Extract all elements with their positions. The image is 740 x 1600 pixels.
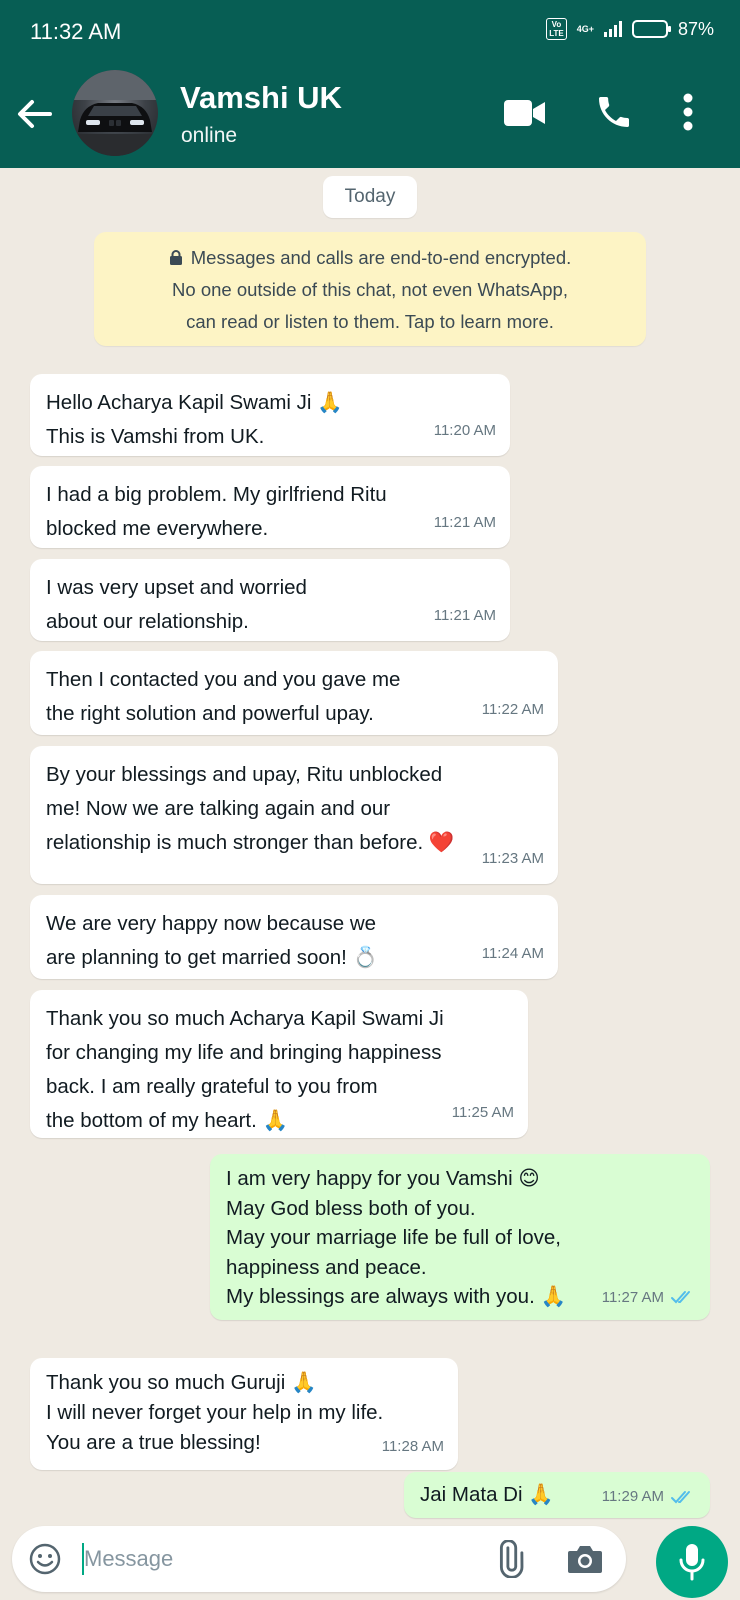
status-time: 11:32 AM — [30, 19, 122, 44]
message-bubble-incoming[interactable]: We are very happy now because we are pla… — [30, 895, 558, 979]
message-bubble-outgoing[interactable]: I am very happy for you Vamshi 😊 May God… — [210, 1154, 710, 1320]
message-time: 11:23 AM — [481, 850, 544, 867]
network-type-label: 4G+ — [576, 23, 594, 34]
message-text: Then I contacted you and you gave me the… — [46, 668, 401, 725]
video-call-icon[interactable] — [502, 96, 548, 130]
more-vert-icon[interactable] — [682, 92, 694, 132]
message-time: 11:28 AM — [381, 1438, 444, 1455]
message-time: 11:27 AM — [601, 1288, 664, 1306]
message-bubble-incoming[interactable]: I was very upset and worried about our r… — [30, 559, 510, 641]
emoji-icon[interactable] — [28, 1542, 62, 1576]
message-bubble-incoming[interactable]: Thank you so much Acharya Kapil Swami Ji… — [30, 990, 528, 1138]
message-text: Thank you so much Acharya Kapil Swami Ji… — [46, 1007, 444, 1132]
arrow-left-icon[interactable] — [14, 94, 54, 134]
phone-icon[interactable] — [594, 92, 634, 132]
battery-icon — [631, 20, 671, 38]
chat-header: Vamshi UK online — [0, 64, 740, 168]
camera-icon[interactable] — [566, 1542, 604, 1576]
message-text: I had a big problem. My girlfriend Ritu … — [46, 483, 387, 540]
message-time: 11:21 AM — [433, 607, 496, 624]
contact-name[interactable]: Vamshi UK — [180, 80, 342, 116]
status-bar: 11:32 AM Vo LTE 4G+ 87% — [0, 0, 740, 64]
signal-icon — [603, 21, 622, 37]
contact-presence: online — [181, 124, 238, 147]
message-time: 11:25 AM — [451, 1104, 514, 1121]
message-time: 11:29 AM — [601, 1488, 664, 1505]
message-bubble-incoming[interactable]: Then I contacted you and you gave me the… — [30, 651, 558, 735]
contact-avatar[interactable] — [72, 70, 158, 156]
status-icons: Vo LTE 4G+ 87% — [546, 18, 714, 40]
message-time: 11:24 AM — [481, 945, 544, 962]
car-photo — [72, 70, 158, 156]
message-composer[interactable]: Message — [12, 1526, 626, 1592]
paperclip-icon[interactable] — [490, 1540, 528, 1578]
message-bubble-incoming[interactable]: By your blessings and upay, Ritu unblock… — [30, 746, 558, 884]
read-receipt-icon — [671, 1491, 690, 1504]
message-bubble-incoming[interactable]: Thank you so much Guruji 🙏 I will never … — [30, 1358, 458, 1470]
encryption-notice[interactable]: Messages and calls are end-to-end encryp… — [94, 232, 646, 346]
chat-area[interactable]: Today Messages and calls are end-to-end … — [0, 168, 740, 1520]
read-receipt-icon — [671, 1291, 690, 1304]
message-time: 11:21 AM — [433, 514, 496, 531]
message-text: By your blessings and upay, Ritu unblock… — [46, 763, 455, 854]
message-text: We are very happy now because we are pla… — [46, 912, 379, 969]
lock-icon — [169, 250, 182, 265]
encryption-notice-text: Messages and calls are end-to-end encryp… — [172, 247, 572, 332]
message-input[interactable]: Message — [84, 1546, 173, 1572]
message-text: Hello Acharya Kapil Swami Ji 🙏 This is V… — [46, 391, 343, 448]
voice-record-button[interactable] — [656, 1526, 728, 1598]
message-time: 11:22 AM — [481, 701, 544, 718]
battery-percent: 87% — [677, 18, 714, 39]
message-text: I was very upset and worried about our r… — [46, 576, 307, 633]
message-time: 11:20 AM — [433, 422, 496, 439]
volte-icon: Vo LTE — [546, 18, 567, 40]
message-bubble-incoming[interactable]: Hello Acharya Kapil Swami Ji 🙏 This is V… — [30, 374, 510, 456]
message-bubble-outgoing[interactable]: Jai Mata Di 🙏 11:29 AM — [404, 1472, 710, 1518]
microphone-icon — [679, 1544, 705, 1581]
message-bubble-incoming[interactable]: I had a big problem. My girlfriend Ritu … — [30, 466, 510, 548]
date-chip: Today — [323, 176, 417, 218]
